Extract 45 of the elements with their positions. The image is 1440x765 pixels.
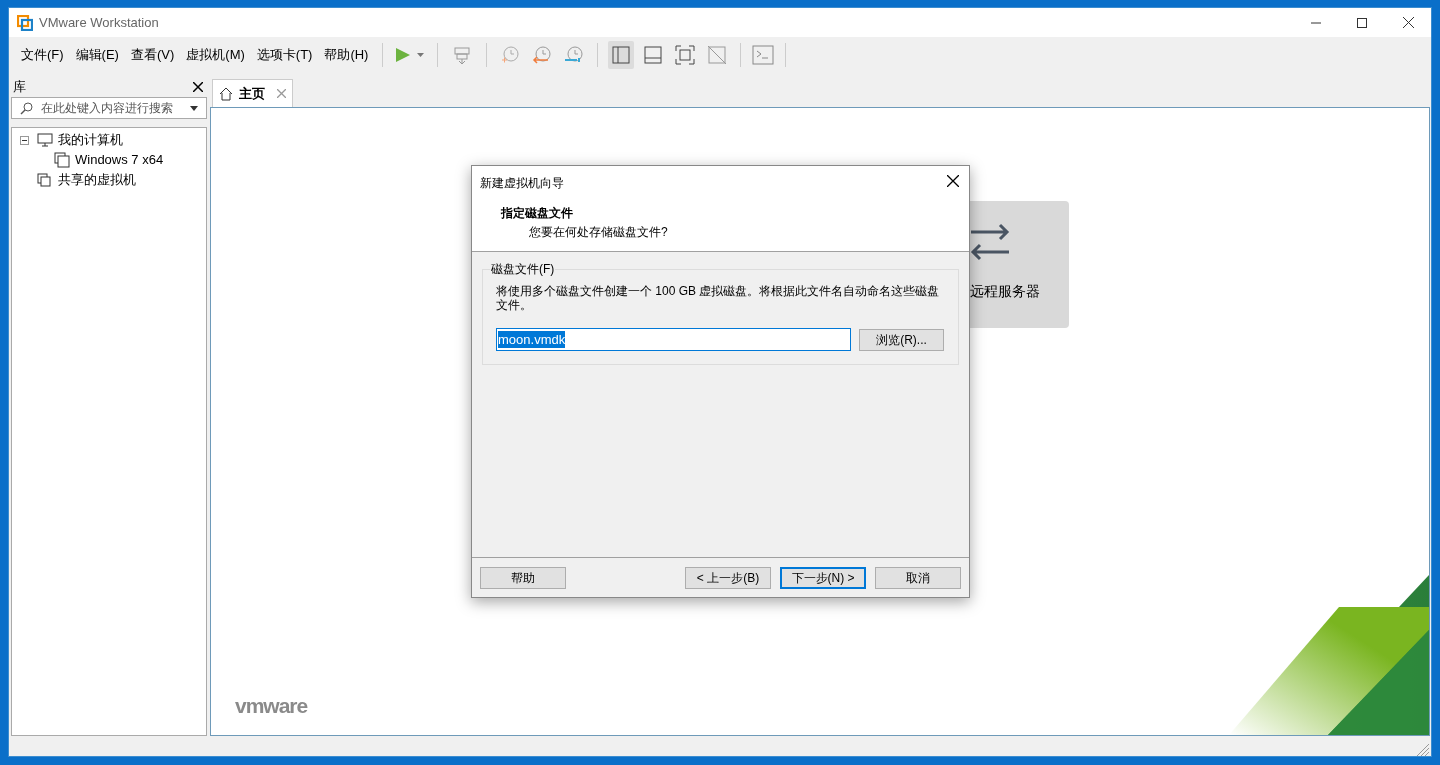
- snapshot-icon[interactable]: [500, 45, 521, 65]
- description-text: 将使用多个磁盘文件创建一个 100 GB 虚拟磁盘。将根据此文件名自动命名这些磁盘文件。: [496, 284, 941, 312]
- swap-arrows-icon: [969, 223, 1011, 261]
- close-icon: [1402, 17, 1414, 28]
- app-logo-icon: [17, 14, 33, 31]
- tree-item[interactable]: 共享的虚拟机: [58, 170, 136, 190]
- collapse-icon[interactable]: [20, 135, 29, 145]
- group-label: 磁盘文件(F): [490, 262, 556, 276]
- menu-item[interactable]: 帮助(H): [318, 43, 375, 67]
- maximize-icon: [1357, 17, 1367, 28]
- send-keys-icon[interactable]: [452, 45, 473, 65]
- dialog-button[interactable]: 下一步(N) >: [780, 566, 866, 589]
- dialog-button[interactable]: 帮助: [480, 566, 566, 589]
- dialog-button[interactable]: 取消: [875, 566, 961, 589]
- dialog-title: 新建虚拟机向导: [480, 175, 564, 192]
- menu-item[interactable]: 选项卡(T): [250, 43, 319, 67]
- search-icon: [20, 101, 33, 115]
- snapshot-manager-icon[interactable]: [564, 45, 585, 65]
- close-icon[interactable]: [947, 175, 959, 187]
- browse-button[interactable]: 浏览(R)...: [859, 328, 944, 351]
- step-heading: 指定磁盘文件: [501, 205, 573, 222]
- menu-item[interactable]: 文件(F): [15, 43, 70, 67]
- resize-grip-icon[interactable]: [1417, 744, 1429, 756]
- vm-icon: [54, 152, 70, 168]
- console-icon[interactable]: [751, 43, 776, 67]
- search-field[interactable]: 在此处键入内容进行搜索: [11, 97, 207, 119]
- menu-item[interactable]: 编辑(E): [69, 43, 125, 67]
- step-question: 您要在何处存储磁盘文件?: [529, 224, 668, 241]
- tree-item[interactable]: 我的计算机: [58, 130, 123, 150]
- brand-logo: vmware: [235, 693, 308, 719]
- home-icon: [219, 86, 233, 101]
- input-field[interactable]: moon.vmdk: [496, 328, 851, 351]
- dropdown-arrow-icon: [190, 105, 198, 111]
- menu-item[interactable]: 虚拟机(M): [180, 43, 251, 67]
- menu-item[interactable]: 查看(V): [124, 43, 181, 67]
- monitor-icon: [37, 133, 53, 147]
- close-icon[interactable]: [193, 82, 203, 92]
- tab[interactable]: 主页: [212, 79, 293, 107]
- tree-item[interactable]: Windows 7 x64: [75, 150, 164, 170]
- shared-vms-icon: [37, 173, 53, 187]
- revert-snapshot-icon[interactable]: [532, 45, 553, 65]
- library-view-icon[interactable]: [608, 41, 635, 69]
- window-title: VMware Workstation: [39, 13, 159, 32]
- panel-title: 库: [13, 78, 26, 97]
- dialog-button[interactable]: < 上一步(B): [685, 566, 771, 589]
